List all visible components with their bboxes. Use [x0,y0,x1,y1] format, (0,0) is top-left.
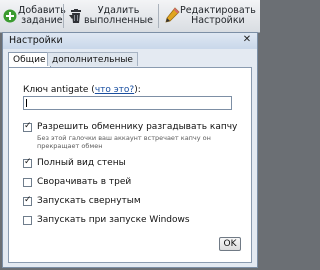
checkbox-start-minimized[interactable]: ✓ [23,195,32,206]
tab-advanced[interactable]: дополнительные [47,52,138,66]
text-caret [26,99,27,107]
checkmark-icon: ✓ [24,195,32,205]
dialog-titlebar[interactable]: Настройки ✕ [3,33,257,49]
checkmark-icon: ✓ [24,157,32,167]
tab-general[interactable]: Общие [8,52,51,68]
toolbar-separator [158,4,159,28]
checkbox-start-with-windows-label: Запускать при запуске Windows [37,215,190,225]
checkbox-full-wall-label: Полный вид стены [37,158,126,168]
checkbox-allow-captcha-label: Разрешить обменнику разгадывать капчу [37,122,238,132]
checkbox-start-minimized-label: Запускать свернутым [37,196,141,206]
close-icon[interactable]: ✕ [242,35,252,45]
checkbox-allow-captcha[interactable]: ✓ [23,121,32,132]
edit-settings-label: Редактировать Настройки [180,5,256,26]
checkbox-minimize-tray-label: Сворачивать в трей [37,177,132,187]
toolbar-separator [63,4,64,28]
delete-completed-button[interactable]: Удалить выполненные [68,0,153,32]
checkmark-icon: ✓ [24,121,32,131]
add-task-label: Добавить задание [18,5,66,26]
toolbar: Добавить задание Удалить выполненные Ред… [0,0,260,33]
delete-completed-label: Удалить выполненные [84,5,154,26]
plus-icon [2,6,18,26]
pencil-icon [164,6,180,26]
antigate-key-label: Ключ antigate (что это?): [23,85,141,95]
edit-settings-button[interactable]: Редактировать Настройки [164,0,256,32]
checkbox-start-with-windows[interactable] [23,216,32,225]
checkbox-minimize-tray[interactable] [23,178,32,187]
antigate-key-input[interactable] [23,96,232,110]
checkbox-full-wall[interactable]: ✓ [23,157,32,168]
captcha-hint-line2: прекращает обмен [37,142,103,150]
dialog-title: Настройки [9,35,63,46]
trash-icon [68,6,84,26]
what-is-this-link[interactable]: что это? [95,85,134,95]
captcha-hint-line1: Без этой галочки ваш аккаунт встречает к… [37,134,211,142]
ok-button[interactable]: OK [219,237,241,251]
settings-dialog: Настройки ✕ Общие дополнительные Ключ an… [2,32,258,268]
